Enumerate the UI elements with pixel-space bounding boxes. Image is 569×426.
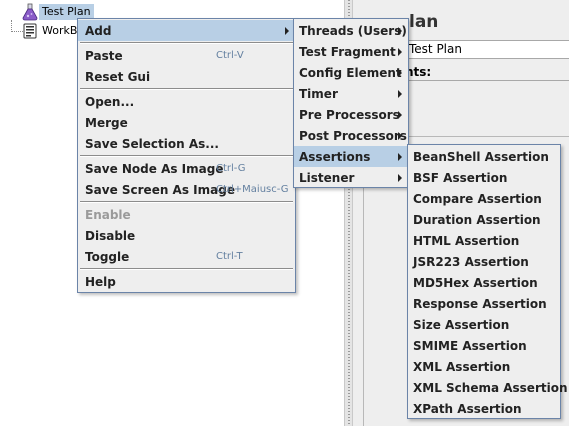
submenu-arrow-icon [398,89,402,98]
menu-item-beanshell-assertion[interactable]: BeanShell Assertion [408,146,560,167]
workbench-icon [21,22,39,40]
menu-item-duration-assertion[interactable]: Duration Assertion [408,209,560,230]
submenu-arrow-icon [398,131,402,140]
menu-item-label: Save Screen As Image [85,182,235,197]
menu-item-label: Enable [85,207,131,222]
menu-item-label: Help [85,274,116,289]
menu-separator [80,201,293,203]
menu-item-xml-assertion[interactable]: XML Assertion [408,356,560,377]
tree-node-workbench[interactable]: WorkB [21,22,80,40]
menu-item-enable: Enable [78,204,295,225]
menu-item-jsr223-assertion[interactable]: JSR223 Assertion [408,251,560,272]
menu-item-label: Threads (Users) [299,23,407,38]
menu-item-html-assertion[interactable]: HTML Assertion [408,230,560,251]
menu-item-smime-assertion[interactable]: SMIME Assertion [408,335,560,356]
menu-item-label: XML Assertion [413,359,511,374]
assertions-submenu: BeanShell Assertion BSF Assertion Compar… [407,144,568,419]
submenu-arrow-icon [398,68,402,77]
name-field[interactable]: Test Plan [405,40,569,59]
menu-item-label: Add [85,23,112,38]
menu-item-compare-assertion[interactable]: Compare Assertion [408,188,560,209]
menu-item-size-assertion[interactable]: Size Assertion [408,314,560,335]
menu-item-disable[interactable]: Disable [78,225,295,246]
menu-item-help[interactable]: Help [78,271,295,292]
menu-separator [80,155,293,157]
page-title: lan [409,12,439,32]
menu-separator [80,88,293,90]
menu-item-label: Listener [299,170,355,185]
menu-item-paste[interactable]: Paste Ctrl-V [78,45,295,66]
menu-item-label: BeanShell Assertion [413,149,549,164]
menu-item-pre-processors[interactable]: Pre Processors [294,104,408,125]
menu-item-label: BSF Assertion [413,170,508,185]
menu-item-response-assertion[interactable]: Response Assertion [408,293,560,314]
menu-item-save-screen-as-image[interactable]: Save Screen As Image Ctrl+Maiusc-G [78,179,295,200]
menu-separator [80,42,293,44]
menu-item-label: Compare Assertion [413,191,542,206]
submenu-arrow-icon [285,26,289,35]
menu-item-xpath-assertion[interactable]: XPath Assertion [408,398,560,419]
menu-separator [80,268,293,270]
menu-item-label: Response Assertion [413,296,547,311]
menu-item-post-processors[interactable]: Post Processors [294,125,408,146]
menu-item-threads-users[interactable]: Threads (Users) [294,20,408,41]
submenu-arrow-icon [398,152,402,161]
submenu-arrow-icon [398,47,402,56]
menu-item-listener[interactable]: Listener [294,167,408,188]
shortcut-label: Ctrl-G [216,163,246,174]
shortcut-label: Ctrl-V [216,50,244,61]
menu-item-save-selection-as[interactable]: Save Selection As... [78,133,295,154]
menu-item-label: XPath Assertion [413,401,522,416]
menu-item-label: Save Selection As... [85,136,219,151]
menu-item-label: Merge [85,115,128,130]
tree-node-label: WorkB [42,24,78,37]
menu-item-toggle[interactable]: Toggle Ctrl-T [78,246,295,267]
menu-item-label: Assertions [299,149,371,164]
menu-item-md5hex-assertion[interactable]: MD5Hex Assertion [408,272,560,293]
submenu-arrow-icon [398,110,402,119]
menu-item-label: XML Schema Assertion [413,380,568,395]
context-menu: Add Paste Ctrl-V Reset Gui Open... Merge… [77,18,296,293]
menu-item-label: JSR223 Assertion [413,254,529,269]
menu-item-label: Post Processors [299,128,407,143]
menu-item-assertions[interactable]: Assertions [294,146,408,167]
submenu-arrow-icon [398,26,402,35]
menu-item-merge[interactable]: Merge [78,112,295,133]
menu-item-label: Reset Gui [85,69,151,84]
menu-item-test-fragment[interactable]: Test Fragment [294,41,408,62]
menu-item-label: Config Element [299,65,402,80]
menu-item-config-element[interactable]: Config Element [294,62,408,83]
menu-item-label: Toggle [85,249,130,264]
menu-item-label: Timer [299,86,338,101]
menu-item-save-node-as-image[interactable]: Save Node As Image Ctrl-G [78,158,295,179]
menu-item-reset-gui[interactable]: Reset Gui [78,66,295,87]
menu-item-label: Paste [85,48,123,63]
submenu-arrow-icon [398,173,402,182]
menu-item-label: Test Fragment [299,44,396,59]
menu-item-label: Size Assertion [413,317,510,332]
menu-item-label: SMIME Assertion [413,338,527,353]
shortcut-label: Ctrl-T [216,251,243,262]
shortcut-label: Ctrl+Maiusc-G [216,184,289,195]
menu-item-xml-schema-assertion[interactable]: XML Schema Assertion [408,377,568,398]
comments-field[interactable] [405,80,569,81]
menu-item-add[interactable]: Add [78,20,295,41]
menu-item-label: Save Node As Image [85,161,224,176]
menu-item-timer[interactable]: Timer [294,83,408,104]
menu-item-label: Duration Assertion [413,212,541,227]
menu-item-label: MD5Hex Assertion [413,275,538,290]
menu-item-open[interactable]: Open... [78,91,295,112]
menu-item-label: Disable [85,228,136,243]
menu-item-label: HTML Assertion [413,233,520,248]
menu-item-bsf-assertion[interactable]: BSF Assertion [408,167,560,188]
menu-item-label: Pre Processors [299,107,400,122]
add-submenu: Threads (Users) Test Fragment Config Ele… [293,18,409,188]
test-plan-flask-icon [21,3,39,21]
menu-item-label: Open... [85,94,135,109]
